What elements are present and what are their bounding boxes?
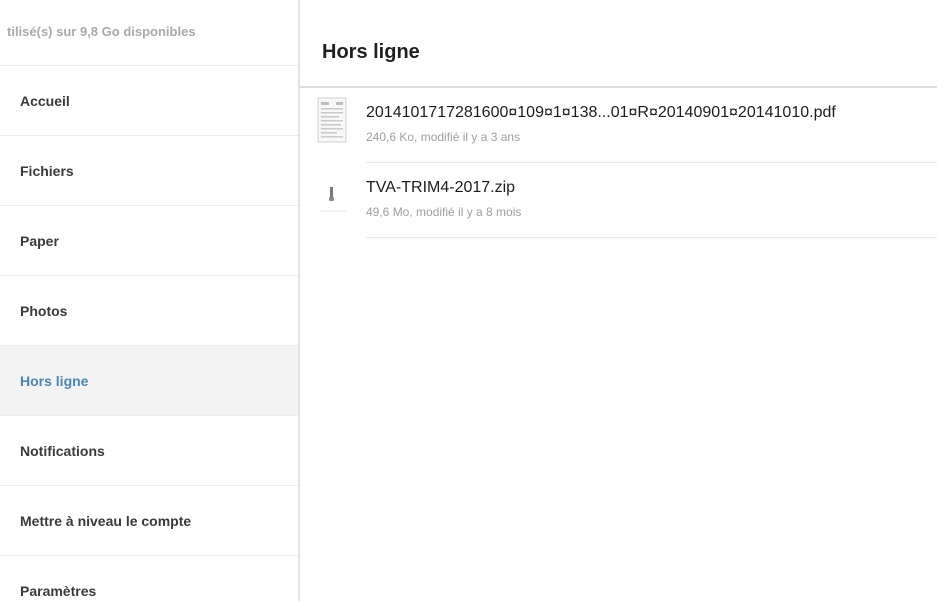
sidebar-item-label: Paper xyxy=(20,232,59,249)
sidebar-item-label: Mettre à niveau le compte xyxy=(20,512,192,529)
file-row-zip[interactable]: TVA-TRIM4-2017.zip 49,6 Mo, modifié il y… xyxy=(320,163,937,238)
sidebar-item-photos[interactable]: Photos xyxy=(0,276,298,346)
file-meta: 49,6 Mo, modifié il y a 8 mois xyxy=(366,205,522,219)
sidebar-item-label: Accueil xyxy=(20,92,70,109)
zip-file-icon xyxy=(316,171,350,221)
main-header: Hors ligne xyxy=(300,0,937,88)
file-name: 2014101717281600¤109¤1¤138...01¤R¤201409… xyxy=(366,104,836,121)
sidebar-item-label: Notifications xyxy=(20,442,105,459)
file-list: 2014101717281600¤109¤1¤138...01¤R¤201409… xyxy=(300,88,937,238)
sidebar-item-label: Hors ligne xyxy=(20,372,89,389)
sidebar-item-parametres[interactable]: Paramètres xyxy=(0,556,298,601)
sidebar: tilisé(s) sur 9,8 Go disponibles Accueil… xyxy=(0,0,300,601)
file-name: TVA-TRIM4-2017.zip xyxy=(366,179,516,196)
page-title: Hors ligne xyxy=(322,41,420,63)
sidebar-item-label: Fichiers xyxy=(20,162,74,179)
file-meta: 240,6 Ko, modifié il y a 3 ans xyxy=(366,130,521,144)
sidebar-item-accueil[interactable]: Accueil xyxy=(0,66,298,136)
sidebar-item-notifications[interactable]: Notifications xyxy=(0,416,298,486)
sidebar-item-paper[interactable]: Paper xyxy=(0,206,298,276)
storage-usage-text: tilisé(s) sur 9,8 Go disponibles xyxy=(0,0,298,66)
sidebar-item-hors-ligne[interactable]: Hors ligne xyxy=(0,346,298,416)
sidebar-item-upgrade-account[interactable]: Mettre à niveau le compte xyxy=(0,486,298,556)
pdf-document-icon xyxy=(316,96,350,146)
sidebar-item-label: Photos xyxy=(20,302,68,319)
app-window: tilisé(s) sur 9,8 Go disponibles Accueil… xyxy=(0,0,937,601)
main-panel: Hors ligne 2014101717281600¤109¤1¤138...… xyxy=(300,0,937,601)
file-row-pdf[interactable]: 2014101717281600¤109¤1¤138...01¤R¤201409… xyxy=(317,88,937,163)
sidebar-item-fichiers[interactable]: Fichiers xyxy=(0,136,298,206)
sidebar-item-label: Paramètres xyxy=(20,583,97,599)
